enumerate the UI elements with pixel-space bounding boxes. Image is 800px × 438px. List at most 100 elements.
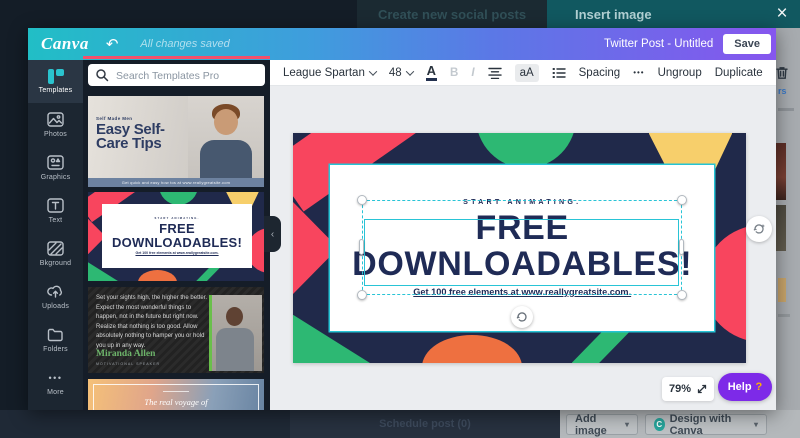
selection-handle-left[interactable]	[359, 239, 364, 255]
align-center-icon	[487, 67, 502, 79]
rotate-handle[interactable]	[511, 306, 533, 328]
photos-icon	[46, 112, 66, 128]
panel-collapse-button[interactable]: ‹	[264, 216, 281, 252]
font-family-value: League Spartan	[283, 66, 365, 79]
more-dots-icon: •••	[48, 372, 63, 383]
caret-down-icon: ▾	[753, 420, 758, 429]
close-icon[interactable]: ×	[770, 3, 794, 27]
background-icon	[46, 241, 66, 257]
selection-handle-bottom-left[interactable]	[357, 290, 367, 300]
photo-figure	[214, 109, 238, 135]
duplicate-button[interactable]: Duplicate	[715, 67, 763, 79]
background-text-line	[778, 108, 794, 111]
text-color-button[interactable]: A	[425, 64, 438, 81]
comment-refresh-icon	[753, 224, 765, 234]
page-comment-button[interactable]	[746, 216, 772, 242]
template-card-miranda-allen[interactable]: Set your sights high, the higher the bet…	[88, 287, 264, 373]
save-button[interactable]: Save	[723, 34, 771, 54]
template1-footer: Get quick and easy how tos at www.really…	[88, 178, 264, 187]
tab-create-new-social-posts[interactable]: Create new social posts	[357, 0, 547, 28]
background-bottom-strip-mid: Schedule post (0)	[290, 410, 560, 438]
save-status-text: All changes saved	[140, 38, 230, 50]
template-card-free-downloadables[interactable]: START ANIMATING. FREE DOWNLOADABLES! Get…	[88, 192, 264, 281]
chevron-left-icon: ‹	[270, 228, 275, 240]
chevron-down-icon	[368, 66, 378, 76]
sidebar-item-templates[interactable]: Templates	[28, 60, 83, 103]
template-card-real-voyage[interactable]: The real voyage of	[88, 379, 264, 410]
shape-green-parallelogram[interactable]	[571, 328, 633, 363]
sidebar-item-more[interactable]: ••• More	[28, 361, 83, 404]
canvas-workspace: START ANIMATING. FREE DOWNLOADABLES! Get…	[270, 86, 776, 410]
text-case-button[interactable]: aA	[514, 63, 539, 82]
canva-logo: Canva	[41, 34, 89, 53]
tab-create-label: Create new social posts	[377, 6, 527, 22]
font-family-select[interactable]: League Spartan	[283, 66, 378, 79]
search-input[interactable]	[114, 64, 263, 88]
selection-handle-top-right[interactable]	[677, 195, 687, 205]
design-with-canva-button[interactable]: C Design with Canva ▾	[645, 413, 767, 437]
template1-photo	[188, 96, 264, 178]
list-icon	[552, 67, 566, 78]
template-card-easy-self-care[interactable]: Self Made Men Easy Self-Care Tips Get qu…	[88, 96, 264, 187]
background-page-right-strip: rs	[776, 28, 800, 410]
tab-insert-image[interactable]: Insert image	[547, 0, 800, 28]
sidebar-item-graphics[interactable]: Graphics	[28, 146, 83, 189]
zoom-level-button[interactable]: 79%	[662, 377, 714, 401]
selection-handle-right[interactable]	[679, 239, 684, 255]
sidebar-item-folders[interactable]: Folders	[28, 318, 83, 361]
sidebar-item-label: Photos	[44, 130, 67, 138]
background-bottom-strip-right: Add image ▾ C Design with Canva ▾	[560, 410, 800, 438]
document-title[interactable]: Twitter Post - Untitled	[604, 38, 713, 50]
sidebar-item-uploads[interactable]: Uploads	[28, 275, 83, 318]
font-size-select[interactable]: 48	[388, 66, 414, 79]
more-options-button[interactable]: •••	[633, 68, 644, 77]
photo-figure	[200, 140, 252, 178]
help-label: Help	[727, 381, 752, 393]
undo-icon[interactable]: ↶	[106, 37, 119, 52]
spacing-button[interactable]: Spacing	[579, 67, 621, 79]
zoom-level-value: 79%	[668, 383, 692, 395]
ungroup-button[interactable]: Ungroup	[658, 67, 702, 79]
app-root: Create new social posts Insert image × r…	[0, 0, 800, 438]
selection-handle-bottom-right[interactable]	[677, 290, 687, 300]
list-button[interactable]	[552, 67, 566, 79]
font-size-value: 48	[388, 66, 402, 79]
sidebar-item-label: Graphics	[40, 173, 71, 181]
upload-cloud-icon	[46, 284, 66, 300]
help-button[interactable]: Help ?	[718, 373, 772, 401]
sidebar-item-label: Folders	[43, 345, 68, 353]
sidebar-item-background[interactable]: Bkground	[28, 232, 83, 275]
add-image-button[interactable]: Add image ▾	[566, 413, 638, 437]
selection-bounds-text	[364, 219, 679, 286]
text-align-button[interactable]	[487, 67, 502, 79]
caret-down-icon: ▾	[624, 420, 629, 429]
shape-orange-ellipse	[138, 270, 177, 281]
shape-green-circle[interactable]	[476, 133, 577, 168]
photo-figure	[216, 328, 254, 371]
trash-icon	[775, 66, 788, 79]
folder-icon	[46, 327, 66, 343]
bold-button[interactable]: B	[450, 67, 458, 79]
shape-green-parallelogram	[196, 267, 220, 281]
shape-orange-ellipse[interactable]	[422, 335, 522, 363]
schedule-post-label: Schedule post (0)	[379, 418, 471, 430]
sidebar-item-label: More	[47, 388, 64, 396]
design-page[interactable]: START ANIMATING. FREE DOWNLOADABLES! Get…	[293, 133, 746, 363]
template3-name: Miranda Allen	[96, 349, 156, 359]
selection-handle-top-left[interactable]	[357, 195, 367, 205]
photo-figure	[226, 307, 243, 326]
poster-kicker: START ANIMATING.	[154, 217, 200, 221]
template3-photo	[209, 295, 262, 371]
shape-green-circle	[159, 192, 198, 206]
italic-button[interactable]: I	[471, 67, 474, 79]
background-thumbnail	[778, 278, 786, 302]
sidebar-item-photos[interactable]: Photos	[28, 103, 83, 146]
text-format-toolbar: League Spartan 48 A B I aA Spacing ••• U…	[270, 60, 788, 86]
search-icon	[96, 69, 109, 82]
chevron-down-icon	[405, 66, 414, 76]
poster-white-card: START ANIMATING. FREE DOWNLOADABLES! Get…	[102, 204, 252, 269]
fullscreen-icon	[697, 384, 707, 394]
background-thumbnail	[776, 205, 786, 251]
delete-button[interactable]	[775, 66, 788, 80]
sidebar-item-text[interactable]: Text	[28, 189, 83, 232]
